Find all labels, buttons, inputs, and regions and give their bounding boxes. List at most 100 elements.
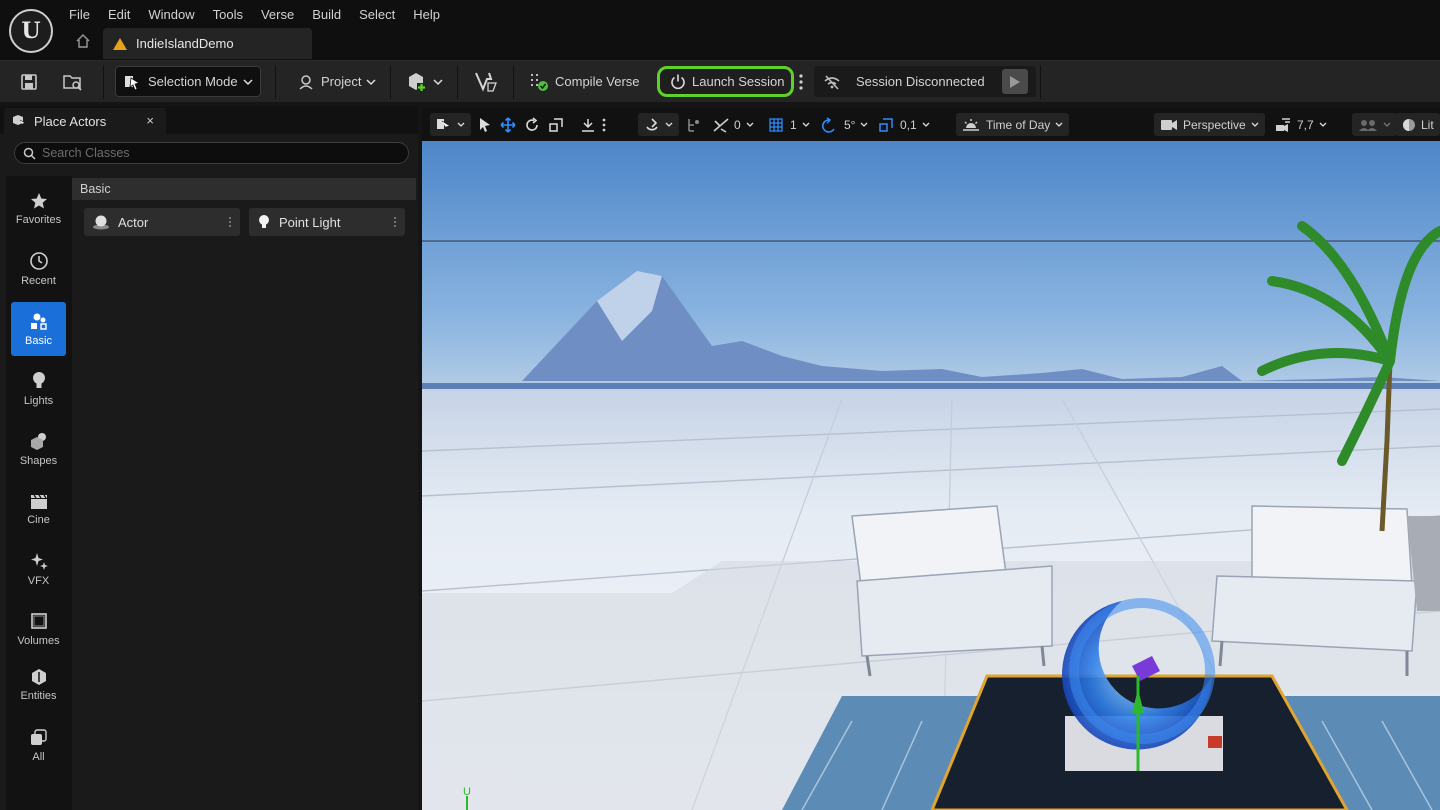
sphere-icon [93,215,109,230]
select-tool-icon [437,118,451,131]
time-of-day-label: Time of Day [986,117,1051,132]
project-dropdown[interactable]: Project [297,66,376,97]
content-browser-icon[interactable] [60,69,86,95]
grid-icon [769,117,783,132]
menu-verse[interactable]: Verse [252,5,303,24]
menu-edit[interactable]: Edit [99,5,139,24]
launch-session-button[interactable]: Launch Session [657,66,794,97]
category-entities[interactable]: Entities [11,658,66,712]
close-icon[interactable]: × [146,113,154,128]
rotation-snap-value: 5° [844,117,856,132]
category-all[interactable]: All [11,718,66,772]
disconnected-icon [824,74,840,90]
cursor-icon [125,75,141,91]
drag-handle-icon[interactable] [393,216,397,228]
snap-value: 0 [734,117,741,132]
category-volumes[interactable]: Volumes [11,602,66,656]
project-tab[interactable]: IndieIslandDemo [103,28,312,59]
camera-speed-dropdown[interactable]: 7,7 [1274,113,1327,136]
category-lights[interactable]: Lights [11,362,66,416]
clock-icon [29,252,48,270]
play-button[interactable] [1002,69,1028,94]
menu-tools[interactable]: Tools [204,5,252,24]
place-actors-tab[interactable]: Place Actors × [4,108,166,134]
lit-label: Lit [1421,117,1434,132]
chevron-down-icon [243,78,253,85]
kebab-menu-icon[interactable] [792,69,810,95]
perspective-dropdown[interactable]: Perspective [1154,113,1265,136]
scale-snap[interactable]: 0,1 [878,113,930,136]
menu-window[interactable]: Window [139,5,203,24]
category-label: Favorites [15,214,62,226]
category-label: Basic [25,335,52,347]
category-basic[interactable]: Basic [11,302,66,356]
volume-icon [30,613,47,629]
all-icon [30,729,47,745]
scale-icon[interactable] [548,113,564,136]
rotation-snap-toggle[interactable]: 0 [712,113,754,136]
entity-icon [31,669,46,685]
actor-item-point-light[interactable]: Point Light [249,208,405,236]
power-icon [671,74,685,89]
actor-item-actor[interactable]: Actor [84,208,240,236]
rotate-icon[interactable] [524,113,540,136]
chevron-down-icon [457,122,465,127]
play-icon [1010,75,1020,88]
time-of-day-dropdown[interactable]: Time of Day [956,113,1070,136]
viewport-toolbar: 0 1 5° 0,1 Time of Day Perspective 7,7 L… [422,108,1440,141]
menu-build[interactable]: Build [303,5,350,24]
axis-label: U [463,786,471,798]
select-mode-icon[interactable] [478,113,492,136]
viewport-options-dropdown[interactable] [430,113,471,136]
place-actors-tab-label: Place Actors [34,113,107,129]
category-cine[interactable]: Cine [11,482,66,536]
category-label: Shapes [19,455,58,467]
level-viewport[interactable]: 0 1 5° 0,1 Time of Day Perspective 7,7 L… [422,108,1440,810]
category-label: VFX [27,575,50,587]
more-options-icon[interactable] [602,113,606,136]
chevron-down-icon [366,78,376,85]
rotation-angle-snap[interactable]: 5° [820,113,868,136]
main-toolbar: Selection Mode Project Compile Verse Lau… [0,60,1440,102]
menu-select[interactable]: Select [350,5,404,24]
selection-mode-dropdown[interactable]: Selection Mode [115,66,261,97]
launch-session-label: Launch Session [692,74,785,89]
drag-handle-icon[interactable] [228,216,232,228]
verse-explorer-icon[interactable] [473,69,499,95]
bulb-icon [32,372,45,388]
category-recent[interactable]: Recent [11,242,66,296]
place-actors-icon [13,115,26,128]
save-icon[interactable] [16,69,42,95]
lit-sphere-icon [1403,118,1415,131]
place-actors-panel: Place Actors × Favorites Recent Basic Li… [0,106,418,810]
scale-snap-icon [879,117,893,132]
category-vfx[interactable]: VFX [11,542,66,596]
lit-mode-dropdown[interactable]: Lit [1396,113,1440,136]
compile-verse-button[interactable]: Compile Verse [528,66,640,97]
menu-file[interactable]: File [60,5,99,24]
category-favorites[interactable]: Favorites [11,182,66,236]
actor-list: Basic Actor Point Light [72,176,418,810]
home-icon[interactable] [75,33,93,51]
search-classes-field[interactable] [14,142,409,164]
surface-snap-icon[interactable] [580,113,596,136]
chevron-down-icon [1383,122,1391,127]
chevron-down-icon [802,122,810,127]
sparkle-icon [30,553,48,570]
bulb-icon [259,215,269,228]
coordinate-system-dropdown[interactable] [638,113,679,136]
category-label: Cine [27,514,50,526]
unreal-logo[interactable]: U [9,9,53,53]
menu-help[interactable]: Help [404,5,449,24]
translate-icon[interactable] [500,113,516,136]
add-content-dropdown[interactable] [406,66,443,97]
chevron-down-icon [433,78,443,85]
compile-verse-label: Compile Verse [555,74,640,89]
category-shapes[interactable]: Shapes [11,422,66,476]
grid-snap-toggle[interactable]: 1 [768,113,810,136]
section-header-basic[interactable]: Basic [72,178,416,200]
project-label: Project [321,74,362,89]
search-classes-input[interactable] [42,146,382,160]
snap-to-grid-icon[interactable] [686,113,702,136]
show-flags-dropdown[interactable] [1352,113,1397,136]
